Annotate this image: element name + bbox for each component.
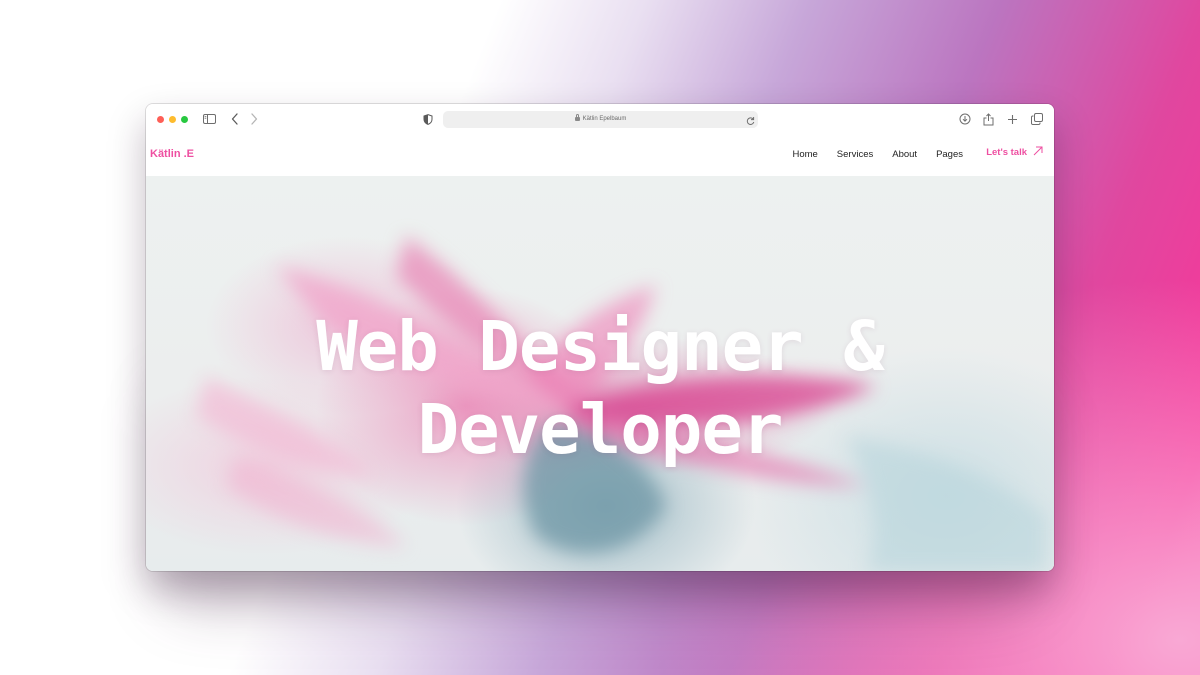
download-icon[interactable] (959, 112, 971, 126)
nav-link-about[interactable]: About (892, 149, 917, 160)
nav-link-pages[interactable]: Pages (936, 149, 963, 160)
hero-headline-line-2: Developer (417, 390, 784, 470)
tabs-overview-icon[interactable] (1031, 112, 1043, 126)
shield-icon[interactable] (423, 112, 433, 126)
sidebar-icon[interactable] (203, 112, 216, 126)
browser-toolbar: Kätlin Epelbaum (146, 104, 1054, 136)
nav-links: Home Services About Pages (792, 149, 963, 160)
forward-icon[interactable] (250, 112, 258, 126)
browser-window: Kätlin Epelbaum Kätlin .E Home Services … (146, 104, 1054, 571)
address-bar[interactable]: Kätlin Epelbaum (443, 111, 758, 128)
minimize-window-button[interactable] (169, 116, 176, 123)
nav-link-services[interactable]: Services (837, 149, 873, 160)
url-label: Kätlin Epelbaum (582, 116, 627, 122)
close-window-button[interactable] (157, 116, 164, 123)
hero-headline-line-1: Web Designer & (316, 307, 885, 387)
lock-icon (574, 113, 580, 121)
reload-icon[interactable] (746, 114, 755, 128)
site-navigation: Kätlin .E Home Services About Pages Let'… (146, 135, 1054, 176)
site-logo[interactable]: Kätlin .E (150, 148, 194, 160)
lets-talk-label: Let's talk (986, 147, 1027, 158)
hero-headline: Web Designer & Developer (146, 306, 1054, 472)
back-icon[interactable] (231, 112, 239, 126)
share-icon[interactable] (983, 112, 994, 126)
new-tab-icon[interactable] (1007, 112, 1018, 126)
nav-link-home[interactable]: Home (792, 149, 817, 160)
arrow-up-right-icon (1033, 146, 1043, 159)
lets-talk-button[interactable]: Let's talk (986, 146, 1043, 159)
hero-section: Web Designer & Developer (146, 176, 1054, 571)
zoom-window-button[interactable] (181, 116, 188, 123)
address-text: Kätlin Epelbaum (443, 111, 758, 128)
